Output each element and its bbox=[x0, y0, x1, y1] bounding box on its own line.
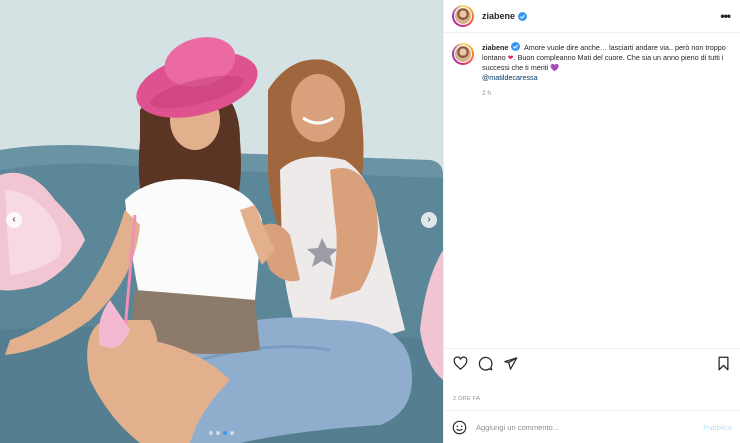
heart-icon[interactable] bbox=[452, 355, 469, 372]
avatar[interactable] bbox=[452, 5, 474, 27]
carousel-dot bbox=[209, 431, 213, 435]
avatar-image bbox=[454, 7, 472, 25]
comment-input[interactable] bbox=[476, 422, 704, 432]
caption-timestamp[interactable]: 2 h bbox=[482, 89, 728, 99]
post-date[interactable]: 2 ORE FA bbox=[453, 396, 480, 402]
carousel-dots bbox=[0, 431, 443, 435]
carousel-dot-active bbox=[223, 431, 227, 435]
publish-button[interactable]: Pubblica bbox=[703, 423, 732, 432]
carousel-prev-button[interactable]: ‹ bbox=[6, 212, 22, 228]
post-actions-bar bbox=[444, 348, 740, 378]
caption-avatar[interactable] bbox=[452, 43, 474, 65]
purple-heart-emoji-icon: 💜 bbox=[550, 63, 560, 72]
caption-username[interactable]: ziabene bbox=[482, 43, 508, 52]
instagram-post: ‹ › ziabene ••• ziabene Amore vuole dire… bbox=[0, 0, 740, 443]
photo-illustration bbox=[0, 0, 443, 443]
carousel-dot bbox=[230, 431, 234, 435]
caption-text: ziabene Amore vuole dire anche… lasciart… bbox=[482, 42, 728, 99]
send-icon[interactable] bbox=[502, 355, 519, 372]
verified-badge-icon bbox=[511, 42, 521, 51]
caption-mention-link[interactable]: @matildecaressa bbox=[482, 73, 538, 82]
post-side-panel: ziabene ••• ziabene Amore vuole dire anc… bbox=[443, 0, 740, 443]
post-header: ziabene ••• bbox=[444, 0, 740, 33]
post-caption: ziabene Amore vuole dire anche… lasciart… bbox=[444, 33, 740, 99]
carousel-dot bbox=[216, 431, 220, 435]
comment-bar: Pubblica bbox=[444, 410, 740, 443]
caption-part-2: . Buon compleanno Mati del cuore. Che si… bbox=[482, 53, 724, 72]
carousel-next-button[interactable]: › bbox=[421, 212, 437, 228]
bookmark-icon[interactable] bbox=[715, 355, 732, 372]
post-username[interactable]: ziabene bbox=[482, 11, 515, 21]
avatar-image bbox=[454, 45, 472, 63]
comment-icon[interactable] bbox=[477, 355, 494, 372]
emoji-icon[interactable] bbox=[452, 420, 467, 435]
more-horizontal-icon[interactable]: ••• bbox=[720, 9, 731, 23]
verified-badge-icon bbox=[518, 11, 528, 21]
post-photo[interactable]: ‹ › bbox=[0, 0, 443, 443]
